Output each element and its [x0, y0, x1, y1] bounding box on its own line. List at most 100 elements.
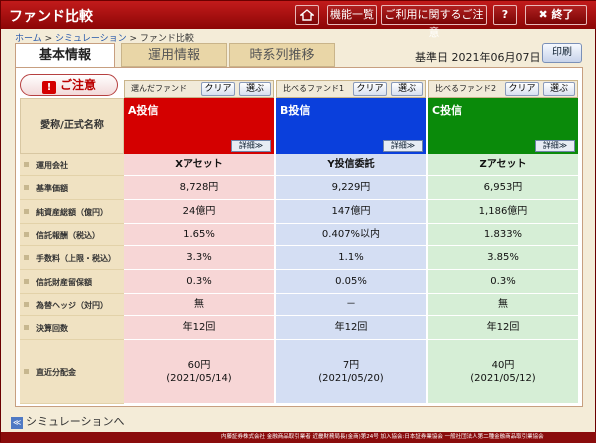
- cell-b: 147億円: [276, 200, 426, 224]
- fund-slot-label: 比べるファンド1: [283, 84, 345, 93]
- footer-disclaimer: 内藤証券株式会社 金融商品取引業者 近畿財務局長(金商)第24号 加入協会:日本…: [1, 432, 596, 443]
- cell-b: 7円 (2021/05/20): [276, 340, 426, 404]
- fund-name: C投信: [432, 104, 463, 117]
- distribution-date: (2021/05/20): [318, 373, 384, 384]
- fund-slot-compare-2: 比べるファンド2 クリア 選ぶ: [428, 80, 578, 98]
- cell-a: 24億円: [124, 200, 274, 224]
- app-window: ファンド比較 機能一覧 ご利用に関するご注意 ? ✖ 終了 ホーム > シミュレ…: [0, 0, 596, 443]
- home-icon: [299, 9, 315, 21]
- row-label-text: 手数料（上限・税込）: [36, 254, 116, 263]
- row-label-text: 決算回数: [36, 324, 68, 333]
- fund-slot-label: 比べるファンド2: [435, 84, 497, 93]
- caution-button[interactable]: ! ご注意: [20, 74, 118, 96]
- cell-b: 1.1%: [276, 246, 426, 270]
- base-date: 基準日 2021年06月07日: [415, 51, 541, 64]
- bullet-icon: [24, 325, 29, 330]
- row-label: 純資産総額（億円）: [20, 200, 124, 224]
- app-title: ファンド比較: [9, 9, 93, 25]
- cell-b: 年12回: [276, 316, 426, 340]
- row-label: 直近分配金: [20, 340, 124, 404]
- double-chevron-left-icon: ≪: [11, 417, 23, 429]
- choose-button[interactable]: 選ぶ: [391, 82, 423, 96]
- distribution-amount: 40円: [491, 360, 515, 371]
- cell-c: 40円 (2021/05/12): [428, 340, 578, 404]
- row-label: 手数料（上限・税込）: [20, 246, 124, 270]
- bullet-icon: [24, 162, 29, 167]
- bullet-icon: [24, 232, 29, 237]
- cell-b: －: [276, 294, 426, 316]
- bullet-icon: [24, 302, 29, 307]
- warning-icon: !: [41, 81, 56, 94]
- cell-c: 0.3%: [428, 270, 578, 294]
- fund-header-c: C投信 詳細≫: [428, 98, 578, 154]
- close-button[interactable]: ✖ 終了: [525, 5, 587, 25]
- choose-button[interactable]: 選ぶ: [239, 82, 271, 96]
- title-bar: ファンド比較 機能一覧 ご利用に関するご注意 ? ✖ 終了: [1, 1, 596, 39]
- row-label: 信託報酬（税込）: [20, 224, 124, 246]
- cell-c: 3.85%: [428, 246, 578, 270]
- cell-c: 1,186億円: [428, 200, 578, 224]
- bullet-icon: [24, 369, 29, 374]
- cell-c: Zアセット: [428, 154, 578, 176]
- cell-c: 無: [428, 294, 578, 316]
- cell-c: 年12回: [428, 316, 578, 340]
- name-header: 愛称/正式名称: [20, 98, 124, 154]
- cell-a: Xアセット: [124, 154, 274, 176]
- cell-a: 1.65%: [124, 224, 274, 246]
- clear-button[interactable]: クリア: [353, 82, 387, 96]
- detail-button[interactable]: 詳細≫: [535, 140, 575, 152]
- tab-operation-info[interactable]: 運用情報: [121, 43, 227, 67]
- cell-a: 60円 (2021/05/14): [124, 340, 274, 404]
- tab-basic-info[interactable]: 基本情報: [15, 43, 115, 69]
- cell-a: 年12回: [124, 316, 274, 340]
- cell-b: 9,229円: [276, 176, 426, 200]
- fund-slot-compare-1: 比べるファンド1 クリア 選ぶ: [276, 80, 426, 98]
- row-label: 運用会社: [20, 154, 124, 176]
- distribution-date: (2021/05/14): [166, 373, 232, 384]
- home-button[interactable]: [295, 5, 319, 25]
- row-label: 決算回数: [20, 316, 124, 340]
- row-label: 信託財産留保額: [20, 270, 124, 294]
- clear-button[interactable]: クリア: [201, 82, 235, 96]
- row-label-text: 為替ヘッジ（対円）: [36, 301, 108, 310]
- fund-header-a: A投信 詳細≫: [124, 98, 274, 154]
- row-label-text: 信託財産留保額: [36, 278, 92, 287]
- print-button[interactable]: 印刷: [542, 43, 582, 63]
- distribution-date: (2021/05/12): [470, 373, 536, 384]
- back-label: シミュレーションへ: [26, 415, 125, 428]
- cell-c: 1.833%: [428, 224, 578, 246]
- cell-b: 0.407%以内: [276, 224, 426, 246]
- fund-slot-selected: 選んだファンド クリア 選ぶ: [124, 80, 274, 98]
- fund-header-b: B投信 詳細≫: [276, 98, 426, 154]
- back-to-simulation-link[interactable]: ≪ シミュレーションへ: [11, 413, 125, 429]
- distribution-amount: 7円: [342, 360, 360, 371]
- cell-a: 無: [124, 294, 274, 316]
- comparison-panel: ! ご注意 愛称/正式名称 選んだファンド クリア 選ぶ 比べるファンド1 クリア…: [15, 67, 583, 407]
- usage-notice-button[interactable]: ご利用に関するご注意: [381, 5, 487, 39]
- bullet-icon: [24, 255, 29, 260]
- cell-a: 3.3%: [124, 246, 274, 270]
- cell-a: 8,728円: [124, 176, 274, 200]
- clear-button[interactable]: クリア: [505, 82, 539, 96]
- fund-slot-label: 選んだファンド: [131, 84, 187, 93]
- cell-b: Y投信委託: [276, 154, 426, 176]
- row-label-text: 運用会社: [36, 161, 68, 170]
- row-label: 為替ヘッジ（対円）: [20, 294, 124, 316]
- row-label-text: 信託報酬（税込）: [36, 231, 100, 240]
- tab-time-series[interactable]: 時系列推移: [229, 43, 335, 67]
- cell-b: 0.05%: [276, 270, 426, 294]
- row-label: 基準価額: [20, 176, 124, 200]
- caution-label: ご注意: [59, 78, 96, 92]
- function-list-button[interactable]: 機能一覧: [327, 5, 377, 25]
- detail-button[interactable]: 詳細≫: [231, 140, 271, 152]
- cell-c: 6,953円: [428, 176, 578, 200]
- row-label-text: 直近分配金: [36, 368, 76, 377]
- bullet-icon: [24, 209, 29, 214]
- bullet-icon: [24, 185, 29, 190]
- fund-name: A投信: [128, 104, 159, 117]
- choose-button[interactable]: 選ぶ: [543, 82, 575, 96]
- detail-button[interactable]: 詳細≫: [383, 140, 423, 152]
- distribution-amount: 60円: [187, 360, 211, 371]
- help-button[interactable]: ?: [493, 5, 517, 25]
- fund-name: B投信: [280, 104, 311, 117]
